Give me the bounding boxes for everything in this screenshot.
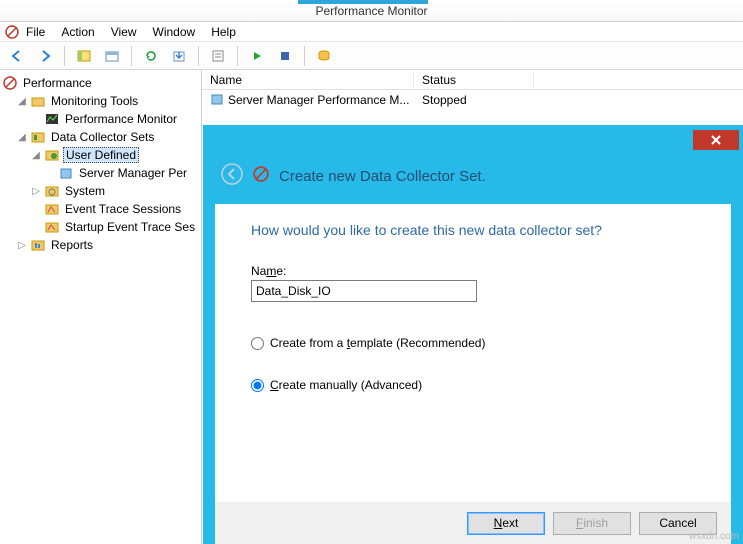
menu-help[interactable]: Help (211, 25, 236, 39)
tree-node-system[interactable]: ▷ System (2, 182, 199, 200)
tree-node-monitoring-tools[interactable]: ◢ Monitoring Tools (2, 92, 199, 110)
tree-label: Performance (21, 76, 94, 90)
close-button[interactable] (693, 130, 739, 150)
collapse-icon[interactable]: ◢ (16, 132, 28, 143)
menu-action[interactable]: Action (61, 25, 94, 39)
toolbar-separator (237, 46, 238, 66)
column-header-status[interactable]: Status (414, 73, 534, 87)
window-title: Performance Monitor (315, 4, 427, 18)
refresh-button[interactable] (140, 45, 162, 67)
window-titlebar: Performance Monitor (0, 0, 743, 22)
radio-create-from-template[interactable]: Create from a template (Recommended) (251, 336, 695, 350)
expand-icon[interactable]: ▷ (30, 186, 42, 197)
menu-bar: File Action View Window Help (0, 22, 743, 42)
menu-window[interactable]: Window (153, 25, 196, 39)
close-icon (710, 134, 722, 146)
collector-set-icon (210, 92, 224, 109)
tree-label: Data Collector Sets (49, 130, 156, 144)
back-arrow-icon (221, 163, 243, 190)
create-dcs-wizard: Create new Data Collector Set. How would… (203, 125, 743, 544)
chart-icon (44, 111, 60, 127)
menu-file[interactable]: File (26, 25, 45, 39)
row-name: Server Manager Performance M... (228, 93, 409, 107)
tree-node-data-collector-sets[interactable]: ◢ Data Collector Sets (2, 128, 199, 146)
wizard-titlebar[interactable] (203, 125, 743, 155)
reports-icon (30, 237, 46, 253)
tree-label: Reports (49, 238, 95, 252)
dcs-icon (30, 129, 46, 145)
tree-label: User Defined (63, 147, 139, 163)
properties-button[interactable] (207, 45, 229, 67)
toolbar (0, 42, 743, 70)
trace-icon (44, 201, 60, 217)
data-manager-button[interactable] (313, 45, 335, 67)
collector-set-icon (58, 165, 74, 181)
wizard-button-bar: Next Finish Cancel (215, 502, 731, 544)
tree-node-user-defined[interactable]: ◢ User Defined (2, 146, 199, 164)
tree-label: Startup Event Trace Ses (63, 220, 197, 234)
tree-node-performance[interactable]: Performance (2, 74, 199, 92)
tree-node-server-manager-perf[interactable]: Server Manager Per (2, 164, 199, 182)
tree-node-reports[interactable]: ▷ Reports (2, 236, 199, 254)
wizard-title: Create new Data Collector Set. (279, 168, 486, 185)
tree-node-event-trace-sessions[interactable]: Event Trace Sessions (2, 200, 199, 218)
system-icon (44, 183, 60, 199)
perfmon-app-icon (4, 24, 20, 40)
wizard-header: Create new Data Collector Set. (203, 155, 743, 204)
user-defined-icon (44, 147, 60, 163)
collapse-icon[interactable]: ◢ (30, 150, 42, 161)
toolbar-separator (198, 46, 199, 66)
toolbar-separator (131, 46, 132, 66)
toolbar-separator (304, 46, 305, 66)
new-window-button[interactable] (101, 45, 123, 67)
column-header-name[interactable]: Name (202, 73, 414, 87)
wizard-body: How would you like to create this new da… (215, 204, 731, 502)
export-button[interactable] (168, 45, 190, 67)
show-hide-tree-button[interactable] (73, 45, 95, 67)
wizard-question: How would you like to create this new da… (251, 222, 695, 238)
collapse-icon[interactable]: ◢ (16, 96, 28, 107)
radio-manual-input[interactable] (251, 379, 264, 392)
tree-node-perfmon[interactable]: Performance Monitor (2, 110, 199, 128)
toolbar-separator (64, 46, 65, 66)
tree-label: System (63, 184, 107, 198)
stop-button[interactable] (274, 45, 296, 67)
folder-tools-icon (30, 93, 46, 109)
navigation-tree[interactable]: Performance ◢ Monitoring Tools Performan… (0, 70, 202, 544)
expand-icon[interactable]: ▷ (16, 240, 28, 251)
tree-label: Server Manager Per (77, 166, 189, 180)
perfmon-app-icon (253, 166, 269, 187)
start-button[interactable] (246, 45, 268, 67)
finish-button: Finish (553, 512, 631, 535)
dcs-name-input[interactable] (251, 280, 477, 302)
radio-template-input[interactable] (251, 337, 264, 350)
list-header: Name Status (202, 70, 743, 90)
next-button[interactable]: Next (467, 512, 545, 535)
row-status: Stopped (414, 93, 534, 107)
nav-forward-button[interactable] (34, 45, 56, 67)
tree-node-startup-event-trace[interactable]: Startup Event Trace Ses (2, 218, 199, 236)
perfmon-app-icon (2, 75, 18, 91)
trace-icon (44, 219, 60, 235)
radio-create-manually[interactable]: Create manually (Advanced) (251, 378, 695, 392)
list-row[interactable]: Server Manager Performance M... Stopped (202, 90, 743, 110)
tree-label: Performance Monitor (63, 112, 179, 126)
tree-label: Event Trace Sessions (63, 202, 183, 216)
tree-label: Monitoring Tools (49, 94, 140, 108)
watermark: wsxdn.com (689, 531, 739, 542)
titlebar-accent (298, 0, 428, 4)
nav-back-button[interactable] (6, 45, 28, 67)
menu-view[interactable]: View (111, 25, 137, 39)
name-label: Name: (251, 264, 695, 278)
